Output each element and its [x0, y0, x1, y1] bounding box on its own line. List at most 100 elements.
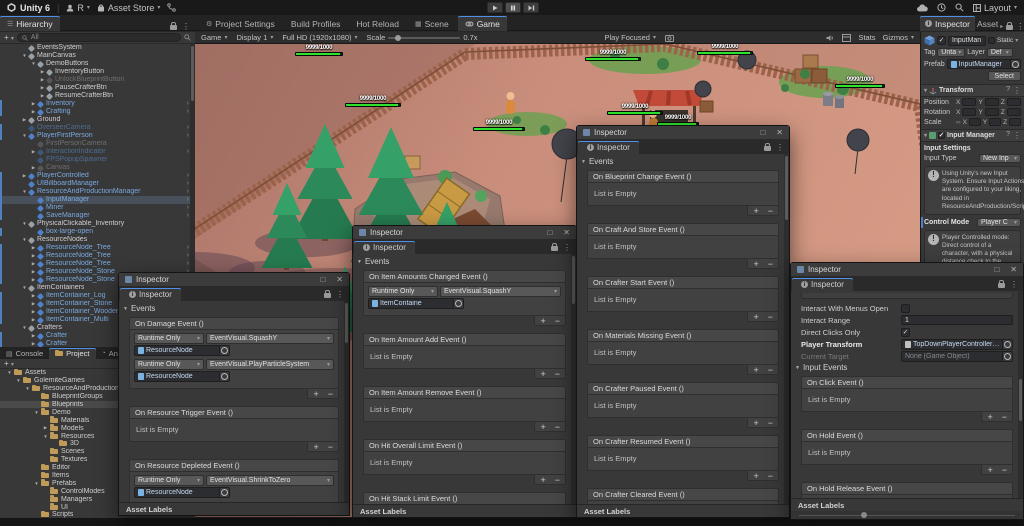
object-picker[interactable] — [1002, 352, 1012, 361]
text-field[interactable]: 1 — [901, 315, 1013, 325]
tab-inspector[interactable]: iInspector — [120, 288, 181, 301]
hierarchy-item[interactable]: ▼PhysicalClickable_Inventory — [0, 220, 195, 228]
hierarchy-item[interactable]: ▶InteractionIndicator› — [0, 148, 195, 156]
mute-audio-icon[interactable] — [826, 34, 835, 42]
game-mode-dropdown[interactable]: Game▾ — [201, 33, 227, 42]
fold-arrow[interactable]: ▼ — [33, 481, 40, 486]
hierarchy-item[interactable]: ▼PlayerFirstPerson› — [0, 132, 195, 140]
events-foldout[interactable]: ▼Events — [357, 256, 566, 267]
hierarchy-item[interactable]: ▶PauseCrafterBtn — [0, 84, 195, 92]
hierarchy-item[interactable]: ▶Ground — [0, 116, 195, 124]
events-foldout[interactable]: ▼Events — [123, 303, 339, 314]
axis-field[interactable] — [962, 108, 976, 116]
scale-slider[interactable] — [388, 37, 460, 39]
remove-button[interactable]: − — [768, 472, 773, 480]
add-menu-button[interactable]: + ▾ — [4, 33, 14, 42]
hierarchy-item[interactable]: InputManager› — [0, 196, 195, 204]
lock-icon[interactable] — [998, 283, 1005, 288]
hierarchy-item[interactable]: box-large-open — [0, 228, 195, 236]
scrollbar[interactable] — [344, 301, 349, 502]
add-button[interactable]: + — [753, 472, 758, 480]
axis-field[interactable] — [985, 98, 999, 106]
target-object-field[interactable]: ResourceNode — [134, 487, 230, 498]
remove-button[interactable]: − — [555, 317, 560, 325]
chevron-down-icon[interactable]: ▾ — [1015, 37, 1018, 44]
remove-button[interactable]: − — [555, 476, 560, 484]
remove-button[interactable]: − — [768, 366, 773, 374]
hierarchy-item[interactable]: OverseerCamera› — [0, 124, 195, 132]
add-button[interactable]: + — [540, 423, 545, 431]
hierarchy-item[interactable]: ▶InventoryButton — [0, 68, 195, 76]
fold-arrow[interactable]: ▶ — [42, 425, 49, 431]
object-picker[interactable] — [1010, 60, 1020, 68]
remove-button[interactable]: − — [555, 423, 560, 431]
tab-inspector[interactable]: iInspector — [354, 241, 415, 254]
function-dropdown[interactable]: EventVisual.PlayParticleSystem▾ — [206, 359, 334, 370]
resolution-dropdown[interactable]: Full HD (1920x1080)▾ — [282, 33, 357, 42]
tag-dropdown[interactable]: Unta▾ — [937, 48, 965, 57]
preview-splitter[interactable] — [791, 511, 1023, 519]
axis-field[interactable] — [989, 118, 1001, 126]
slider-knob[interactable] — [395, 35, 401, 41]
hierarchy-search-input[interactable]: All — [17, 33, 181, 42]
add-button[interactable]: + — [753, 419, 758, 427]
object-picker[interactable] — [1002, 340, 1012, 349]
axis-field[interactable] — [962, 98, 976, 106]
prefab-chevron[interactable]: › — [184, 172, 189, 180]
tab-build-profiles[interactable]: Build Profiles — [284, 16, 348, 31]
lock-icon[interactable] — [551, 246, 558, 251]
add-button[interactable]: + — [540, 317, 545, 325]
kebab-menu-icon[interactable]: ⋮ — [336, 290, 344, 299]
target-object-field[interactable]: ResourceNode — [134, 371, 230, 382]
kebab-menu-icon[interactable]: ⋮ — [1013, 131, 1021, 140]
remove-button[interactable]: − — [768, 313, 773, 321]
tab-inspector[interactable]: i Inspector — [920, 16, 975, 31]
prefab-chevron[interactable]: › — [184, 148, 189, 156]
active-checkbox[interactable]: ✓ — [937, 36, 946, 45]
kebab-menu-icon[interactable]: ⋮ — [776, 143, 784, 152]
hierarchy-item[interactable]: ▼ResourceNodes — [0, 236, 195, 244]
search-icon[interactable] — [955, 3, 964, 12]
select-button[interactable]: Select — [988, 71, 1021, 81]
add-menu-button[interactable]: + ▾ — [4, 359, 14, 368]
tab-hierarchy[interactable]: ☰ Hierarchy — [0, 16, 60, 31]
object-picker[interactable] — [219, 346, 229, 355]
hierarchy-item[interactable]: ▶ResourceNode_Tree› — [0, 244, 195, 252]
prefab-chevron[interactable]: › — [184, 124, 189, 132]
add-button[interactable]: + — [540, 476, 545, 484]
remove-button[interactable]: − — [328, 390, 333, 398]
window-titlebar[interactable]: Inspector□✕ — [119, 273, 349, 287]
prefab-chevron[interactable]: › — [184, 180, 189, 188]
add-button[interactable]: + — [313, 390, 318, 398]
display-dropdown[interactable]: Display 1▾ — [236, 33, 273, 42]
add-button[interactable]: + — [540, 370, 545, 378]
hierarchy-item[interactable]: ▼MainCanvas — [0, 52, 195, 60]
hierarchy-item[interactable]: ▶UnlockBlueprintButton — [0, 76, 195, 84]
runtime-mode-dropdown[interactable]: Runtime Only▾ — [368, 286, 438, 297]
pause-button[interactable] — [505, 2, 521, 13]
layout-menu[interactable]: Layout ▾ — [973, 3, 1017, 13]
axis-field[interactable] — [969, 118, 981, 126]
prefab-chevron[interactable]: › — [184, 260, 189, 268]
chevron-right-icon[interactable]: ▸ — [1000, 23, 1003, 30]
scrollbar[interactable] — [1018, 291, 1023, 498]
play-button[interactable] — [487, 2, 503, 13]
version-control-icon[interactable] — [167, 3, 176, 12]
hierarchy-item[interactable]: ▶Crafting› — [0, 108, 195, 116]
lock-icon[interactable] — [764, 146, 771, 151]
hierarchy-item[interactable]: FirstPersonCamera — [0, 140, 195, 148]
hierarchy-item[interactable]: ▶Inventory› — [0, 100, 195, 108]
maximize-button[interactable]: □ — [320, 276, 325, 284]
tab-game[interactable]: Game — [458, 16, 507, 31]
maximize-button[interactable]: □ — [760, 129, 765, 137]
object-field[interactable]: TopDownPlayerController (Transform) — [901, 339, 1013, 350]
add-button[interactable]: + — [313, 443, 318, 451]
tab-asset[interactable]: Asset — [975, 16, 1000, 31]
hierarchy-item[interactable]: ▶ResourceNode_Tree› — [0, 252, 195, 260]
hierarchy-item[interactable]: ▼DemoButtons — [0, 60, 195, 68]
object-picker[interactable] — [219, 372, 229, 381]
capture-icon[interactable] — [665, 34, 674, 42]
window-titlebar[interactable]: Inspector□✕ — [577, 126, 789, 140]
remove-button[interactable]: − — [768, 207, 773, 215]
target-object-field[interactable]: ItemContaine — [368, 298, 464, 309]
